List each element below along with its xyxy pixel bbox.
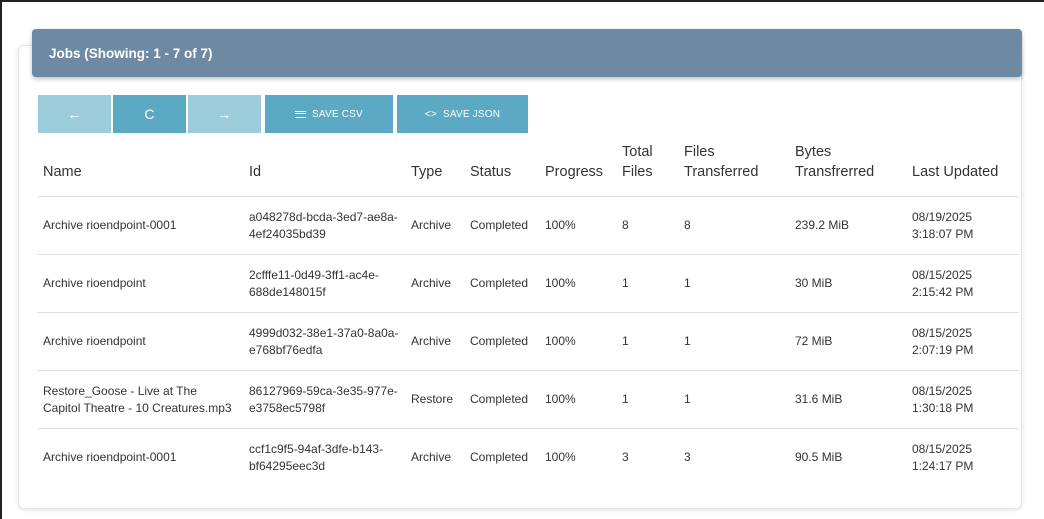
list-icon (295, 110, 307, 118)
cell-total-files: 1 (616, 370, 678, 429)
cell-total-files: 8 (616, 196, 678, 255)
cell-progress: 100% (539, 312, 616, 371)
cell-status: Completed (464, 196, 539, 255)
column-header-progress[interactable]: Progress (539, 142, 616, 197)
cell-status: Completed (464, 312, 539, 371)
cell-files-transferred: 1 (678, 370, 789, 429)
column-header-bytes-transferred[interactable]: Bytes Transfrerred (789, 142, 906, 197)
cell-total-files: 1 (616, 312, 678, 371)
window-border-top (0, 0, 1044, 2)
column-header-files-transferred[interactable]: Files Transferred (678, 142, 789, 197)
cell-total-files: 1 (616, 254, 678, 313)
cell-files-transferred: 1 (678, 254, 789, 313)
cell-name: Archive rioendpoint-0001 (37, 196, 243, 255)
table-header-row: Name Id Type Status Progress Total Files… (37, 142, 1019, 197)
cell-last-updated: 08/15/2025 1:30:18 PM (906, 370, 1019, 429)
table-row[interactable]: Archive rioendpoint 2cfffe11-0d49-3ff1-a… (37, 254, 1019, 313)
cell-files-transferred: 1 (678, 312, 789, 371)
save-json-label: SAVE JSON (442, 108, 501, 120)
cell-type: Archive (405, 312, 464, 371)
cell-files-transferred: 8 (678, 196, 789, 255)
column-header-type[interactable]: Type (405, 142, 464, 197)
jobs-table: Name Id Type Status Progress Total Files… (37, 142, 1019, 487)
updated-time: 2:07:19 PM (912, 342, 974, 357)
updated-date: 08/15/2025 (912, 325, 973, 340)
cell-bytes-transferred: 31.6 MiB (789, 370, 906, 429)
jobs-header: Jobs (Showing: 1 - 7 of 7) (32, 29, 1022, 77)
updated-time: 2:15:42 PM (912, 284, 974, 299)
cell-name: Archive rioendpoint-0001 (43, 450, 177, 465)
cell-bytes-transferred: 239.2 MiB (789, 196, 906, 255)
save-csv-button[interactable]: SAVE CSV (265, 95, 393, 133)
cell-status: Completed (470, 450, 529, 465)
updated-time: 1:24:17 PM (912, 458, 974, 473)
cell-progress: 100% (545, 450, 576, 465)
cell-status: Completed (464, 370, 539, 429)
arrow-right-icon: → (217, 106, 232, 122)
updated-date: 08/15/2025 (912, 441, 973, 456)
cell-files-transferred: 3 (684, 450, 691, 465)
page-title: Jobs (Showing: 1 - 7 of 7) (49, 45, 213, 61)
cell-progress: 100% (539, 254, 616, 313)
save-json-button[interactable]: <> SAVE JSON (397, 95, 528, 133)
next-page-button[interactable]: → (188, 95, 261, 133)
cell-progress: 100% (539, 196, 616, 255)
cell-bytes-transferred: 72 MiB (789, 312, 906, 371)
updated-date: 08/15/2025 (912, 383, 973, 398)
table-row[interactable]: Archive rioendpoint 4999d032-38e1-37a0-8… (37, 312, 1019, 371)
table-row[interactable]: Archive rioendpoint-0001 ccf1c9f5-94af-3… (37, 429, 1019, 487)
cell-id: ccf1c9f5-94af-3dfe-b143-bf64295eec3d (249, 441, 384, 473)
updated-time: 1:30:18 PM (912, 400, 974, 415)
arrow-left-icon: ← (67, 106, 82, 122)
cell-last-updated: 08/15/2025 1:24:17 PM (906, 429, 1019, 487)
cell-bytes-transferred: 90.5 MiB (795, 450, 843, 465)
column-header-status[interactable]: Status (464, 142, 539, 197)
cell-name: Archive rioendpoint (37, 254, 243, 313)
code-icon: <> (424, 108, 437, 120)
cell-last-updated: 08/15/2025 2:07:19 PM (906, 312, 1019, 371)
column-header-id[interactable]: Id (243, 142, 405, 197)
cell-name: Archive rioendpoint (37, 312, 243, 371)
cell-id: a048278d-bcda-3ed7-ae8a-4ef24035bd39 (243, 196, 405, 255)
cell-type: Archive (405, 254, 464, 313)
toolbar: ← C → SAVE CSV <> SAVE JSON (38, 95, 528, 133)
cell-progress: 100% (539, 370, 616, 429)
updated-time: 3:18:07 PM (912, 226, 974, 241)
refresh-button[interactable]: C (113, 95, 186, 133)
cell-status: Completed (464, 254, 539, 313)
cell-name: Restore_Goose - Live at The Capitol Thea… (37, 370, 243, 429)
refresh-icon: C (144, 106, 155, 122)
save-csv-label: SAVE CSV (312, 108, 363, 120)
cell-type: Archive (411, 450, 452, 465)
cell-last-updated: 08/19/2025 3:18:07 PM (906, 196, 1019, 255)
cell-last-updated: 08/15/2025 2:15:42 PM (906, 254, 1019, 313)
column-header-name[interactable]: Name (37, 142, 243, 197)
table-row[interactable]: Restore_Goose - Live at The Capitol Thea… (37, 370, 1019, 429)
cell-type: Archive (405, 196, 464, 255)
table-row[interactable]: Archive rioendpoint-0001 a048278d-bcda-3… (37, 196, 1019, 255)
column-header-last-updated[interactable]: Last Updated (906, 142, 1019, 197)
previous-page-button[interactable]: ← (38, 95, 111, 133)
cell-total-files: 3 (622, 450, 629, 465)
updated-date: 08/15/2025 (912, 267, 973, 282)
cell-bytes-transferred: 30 MiB (789, 254, 906, 313)
updated-date: 08/19/2025 (912, 209, 973, 224)
cell-id: 4999d032-38e1-37a0-8a0a-e768bf76edfa (243, 312, 405, 371)
cell-id: 86127969-59ca-3e35-977e-e3758ec5798f (243, 370, 405, 429)
column-header-total-files[interactable]: Total Files (616, 142, 678, 197)
cell-id: 2cfffe11-0d49-3ff1-ac4e-688de148015f (243, 254, 405, 313)
cell-type: Restore (405, 370, 464, 429)
window-border-left (0, 0, 2, 519)
